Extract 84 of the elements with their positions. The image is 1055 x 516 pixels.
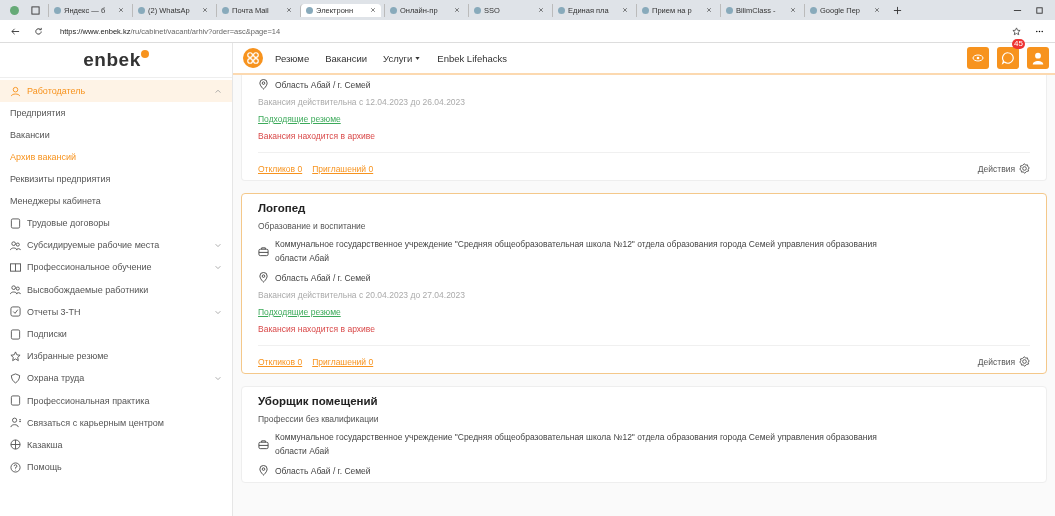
sidebar-item[interactable]: Трудовые договоры <box>0 212 232 235</box>
close-icon[interactable] <box>202 7 208 13</box>
sidebar-item[interactable]: Подписки <box>0 322 232 346</box>
sidebar-item[interactable]: Реквизиты предприятия <box>0 168 232 190</box>
person-icon <box>10 417 21 429</box>
vacancy-location: Область Абай / г. Семей <box>275 465 371 476</box>
nav-link[interactable]: Услуги <box>383 52 422 64</box>
chat-bubble-icon <box>1001 51 1015 65</box>
document-icon <box>10 217 21 229</box>
nav-link[interactable]: Вакансии <box>325 52 368 64</box>
sidebar-item[interactable]: Отчеты 3-ТН <box>0 300 232 323</box>
organization-name: Коммунальное государственное учреждение "Средняя общеобразовательная школа №12" отдела образования города Семей управления образования области Абай <box>275 238 878 265</box>
sidebar-item[interactable]: Связаться с карьерным центром <box>0 411 232 434</box>
book-icon <box>10 261 21 273</box>
sidebar-item[interactable]: Избранные резюме <box>0 345 232 368</box>
vacancy-title[interactable]: Логопед <box>258 202 1030 214</box>
apps-grid-button[interactable] <box>243 48 263 68</box>
close-icon[interactable] <box>118 7 124 13</box>
sidebar-item[interactable]: Помощь <box>0 456 232 479</box>
close-icon[interactable] <box>874 7 880 13</box>
settings-icon[interactable] <box>1019 356 1030 368</box>
user-icon <box>1031 51 1045 65</box>
vacancy-location: Область Абай / г. Семей <box>275 79 371 90</box>
document-icon <box>10 328 21 340</box>
caret-icon[interactable] <box>214 87 222 95</box>
location-pin-icon <box>258 272 269 284</box>
sidebar-item[interactable]: Профессиональная практика <box>0 389 232 412</box>
actions-button[interactable]: Действия <box>977 356 1015 367</box>
close-icon[interactable] <box>454 7 460 13</box>
document-icon <box>10 395 21 407</box>
nav-link[interactable]: Резюме <box>275 52 310 64</box>
organization-name: Коммунальное государственное учреждение "Средняя общеобразовательная школа №12" отдела образования города Семей управления образования области Абай <box>275 431 878 458</box>
messages-button[interactable] <box>997 47 1019 69</box>
sidebar-item[interactable]: Вакансии <box>0 124 232 146</box>
nav-link[interactable]: Enbek Lifehacks <box>437 52 507 64</box>
checkbox-icon <box>10 306 21 318</box>
sidebar-item[interactable]: Предприятия <box>0 102 232 124</box>
sidebar-item[interactable]: Охрана труда <box>0 367 232 390</box>
validity-period: Вакансия действительна с 12.04.2023 до 26.04.2023 <box>258 97 467 107</box>
validity-period: Вакансия действительна с 20.04.2023 до 27.04.2023 <box>258 290 467 301</box>
briefcase-icon <box>258 439 269 451</box>
people-icon <box>10 284 21 296</box>
help-icon <box>10 461 21 473</box>
close-icon[interactable] <box>286 7 292 13</box>
people-icon <box>10 239 21 251</box>
tab-actions-icon[interactable] <box>31 5 40 15</box>
archive-status: Вакансия находится в архиве <box>258 324 376 335</box>
close-icon[interactable] <box>790 7 796 13</box>
view-button[interactable] <box>967 47 989 69</box>
vacancy-category: Образование и воспитание <box>258 221 367 231</box>
site-logo[interactable]: enbek <box>0 43 232 78</box>
notification-badge: 45 <box>1012 39 1025 49</box>
vacancy-location: Область Абай / г. Семей <box>275 272 371 283</box>
profile-button[interactable] <box>1027 47 1049 69</box>
reload-icon[interactable] <box>34 26 43 36</box>
back-icon[interactable] <box>11 26 20 36</box>
sidebar-item[interactable]: Профессиональное обучение <box>0 256 232 279</box>
location-pin-icon <box>258 79 269 90</box>
shield-icon <box>10 372 21 384</box>
star-icon <box>10 350 21 362</box>
profile-icon[interactable] <box>10 5 19 15</box>
eye-icon <box>972 52 984 64</box>
sidebar-item[interactable]: Менеджеры кабинета <box>0 190 232 212</box>
location-pin-icon <box>258 465 269 477</box>
person-icon <box>10 85 21 97</box>
sidebar-item[interactable]: Высвобождаемые работники <box>0 278 232 301</box>
close-icon[interactable] <box>622 7 628 13</box>
close-icon[interactable] <box>538 7 544 13</box>
close-icon[interactable] <box>706 7 712 13</box>
sidebar-item[interactable]: Казакша <box>0 433 232 457</box>
close-icon[interactable] <box>370 7 376 13</box>
vacancy-title[interactable]: Уборщик помещений <box>258 395 1030 408</box>
grid-icon <box>246 51 260 65</box>
restore-icon[interactable] <box>1035 5 1044 15</box>
archive-status: Вакансия находится в архиве <box>258 131 376 141</box>
sidebar-item[interactable]: Субсидируемые рабочие места <box>0 234 232 257</box>
vacancy-category: Профессии без квалификации <box>258 414 380 425</box>
new-tab-icon[interactable] <box>893 5 902 15</box>
favorite-star-icon[interactable] <box>1012 26 1021 36</box>
caret-icon <box>414 54 422 62</box>
settings-icon[interactable] <box>1019 163 1030 174</box>
actions-button[interactable]: Действия <box>977 163 1015 174</box>
globe-icon <box>10 439 21 451</box>
briefcase-icon <box>258 246 269 258</box>
